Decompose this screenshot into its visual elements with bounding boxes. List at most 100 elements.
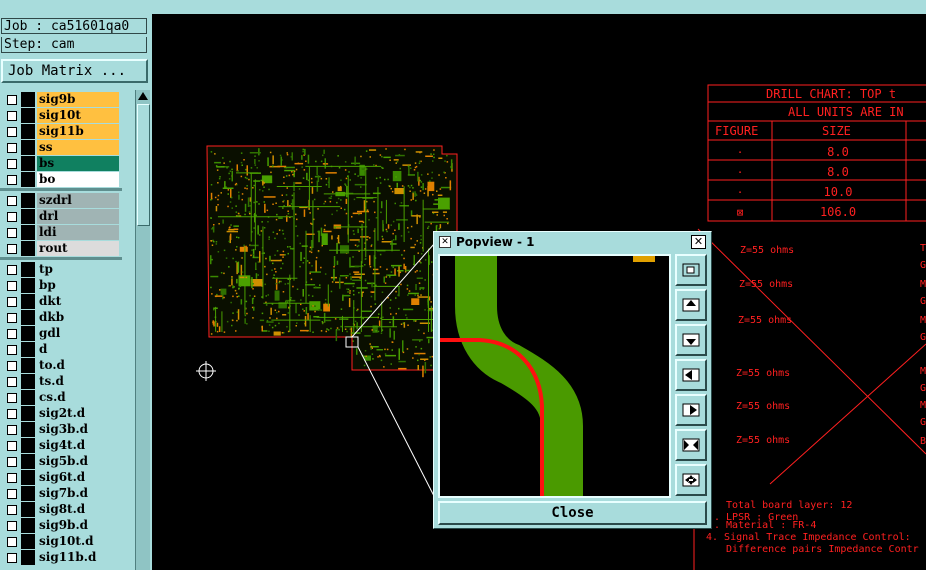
layer-row[interactable]: sig4t.d <box>0 438 122 453</box>
layer-name[interactable]: ldi <box>37 225 119 240</box>
layer-checkbox[interactable] <box>7 175 17 185</box>
layer-name[interactable]: bo <box>37 172 119 187</box>
layer-name[interactable]: ts.d <box>37 374 119 389</box>
layer-name[interactable]: sig8t.d <box>37 502 119 517</box>
layer-name[interactable]: szdrl <box>37 193 119 208</box>
layer-name[interactable]: sig10t <box>37 108 119 123</box>
layer-name[interactable]: tp <box>37 262 119 277</box>
layer-row[interactable]: rout <box>0 241 122 256</box>
layer-row[interactable]: szdrl <box>0 193 122 208</box>
layer-row[interactable]: d <box>0 342 122 357</box>
layer-checkbox[interactable] <box>7 143 17 153</box>
layer-name[interactable]: to.d <box>37 358 119 373</box>
layer-name[interactable]: drl <box>37 209 119 224</box>
layer-row[interactable]: bo <box>0 172 122 187</box>
layer-checkbox[interactable] <box>7 537 17 547</box>
layer-checkbox[interactable] <box>7 457 17 467</box>
layer-checkbox[interactable] <box>7 473 17 483</box>
pan-down-button[interactable] <box>675 324 707 356</box>
zoom-in-button[interactable] <box>675 429 707 461</box>
layer-checkbox[interactable] <box>7 377 17 387</box>
job-matrix-button[interactable]: Job Matrix ... <box>1 59 148 83</box>
layer-checkbox[interactable] <box>7 553 17 563</box>
layer-checkbox[interactable] <box>7 196 17 206</box>
layer-name[interactable]: d <box>37 342 119 357</box>
layer-name[interactable]: bp <box>37 278 119 293</box>
layer-name[interactable]: sig7b.d <box>37 486 119 501</box>
layer-checkbox[interactable] <box>7 361 17 371</box>
layer-name[interactable]: sig3b.d <box>37 422 119 437</box>
layer-row[interactable]: sig3b.d <box>0 422 122 437</box>
layer-name[interactable]: sig2t.d <box>37 406 119 421</box>
layer-row[interactable]: drl <box>0 209 122 224</box>
layer-checkbox[interactable] <box>7 159 17 169</box>
layer-name[interactable]: rout <box>37 241 119 256</box>
layer-list-scrollbar[interactable] <box>135 90 150 570</box>
close-icon[interactable]: ✕ <box>691 235 706 249</box>
layer-row[interactable]: sig6t.d <box>0 470 122 485</box>
layer-checkbox[interactable] <box>7 345 17 355</box>
layer-row[interactable]: to.d <box>0 358 122 373</box>
popview-canvas[interactable] <box>438 254 671 498</box>
layer-checkbox[interactable] <box>7 313 17 323</box>
layer-checkbox[interactable] <box>7 521 17 531</box>
layer-name[interactable]: sig11b.d <box>37 550 119 565</box>
scroll-thumb[interactable] <box>137 104 150 226</box>
layer-checkbox[interactable] <box>7 409 17 419</box>
layer-name[interactable]: ss <box>37 140 119 155</box>
layer-name[interactable]: sig4t.d <box>37 438 119 453</box>
layer-row[interactable]: ts.d <box>0 374 122 389</box>
layer-row[interactable]: dkb <box>0 310 122 325</box>
layer-name[interactable]: bs <box>37 156 119 171</box>
layer-row[interactable]: sig8t.d <box>0 502 122 517</box>
layer-row[interactable]: gdl <box>0 326 122 341</box>
layer-row[interactable]: bp <box>0 278 122 293</box>
layer-checkbox[interactable] <box>7 228 17 238</box>
scroll-up-icon[interactable] <box>138 92 148 100</box>
layer-row[interactable]: ldi <box>0 225 122 240</box>
layer-name[interactable]: sig6t.d <box>37 470 119 485</box>
zoom-out-button[interactable] <box>675 464 707 496</box>
layer-row[interactable]: sig5b.d <box>0 454 122 469</box>
layer-checkbox[interactable] <box>7 111 17 121</box>
layer-checkbox[interactable] <box>7 329 17 339</box>
layer-row[interactable]: cs.d <box>0 390 122 405</box>
layer-name[interactable]: sig9b.d <box>37 518 119 533</box>
layer-checkbox[interactable] <box>7 489 17 499</box>
zoom-fit-button[interactable] <box>675 254 707 286</box>
layer-checkbox[interactable] <box>7 212 17 222</box>
layer-name[interactable]: sig11b <box>37 124 119 139</box>
layer-row[interactable]: sig9b <box>0 92 122 107</box>
layer-checkbox[interactable] <box>7 281 17 291</box>
layer-row[interactable]: sig2t.d <box>0 406 122 421</box>
window-menu-icon[interactable]: ✕ <box>439 236 451 248</box>
pan-up-button[interactable] <box>675 289 707 321</box>
layer-checkbox[interactable] <box>7 265 17 275</box>
layer-name[interactable]: sig9b <box>37 92 119 107</box>
layer-name[interactable]: gdl <box>37 326 119 341</box>
layer-checkbox[interactable] <box>7 505 17 515</box>
layer-row[interactable]: sig9b.d <box>0 518 122 533</box>
layer-name[interactable]: cs.d <box>37 390 119 405</box>
layer-row[interactable]: dkt <box>0 294 122 309</box>
layer-row[interactable]: sig7b.d <box>0 486 122 501</box>
layer-checkbox[interactable] <box>7 244 17 254</box>
layer-name[interactable]: sig5b.d <box>37 454 119 469</box>
layer-row[interactable]: tp <box>0 262 122 277</box>
popview-title-bar[interactable]: ✕ Popview - 1 ✕ <box>436 234 709 250</box>
layer-name[interactable]: dkt <box>37 294 119 309</box>
pan-right-button[interactable] <box>675 394 707 426</box>
layer-name[interactable]: dkb <box>37 310 119 325</box>
close-button[interactable]: Close <box>438 501 707 525</box>
layer-row[interactable]: ss <box>0 140 122 155</box>
pan-left-button[interactable] <box>675 359 707 391</box>
layer-row[interactable]: sig10t <box>0 108 122 123</box>
layer-checkbox[interactable] <box>7 127 17 137</box>
layer-checkbox[interactable] <box>7 425 17 435</box>
layer-checkbox[interactable] <box>7 95 17 105</box>
layer-row[interactable]: sig11b.d <box>0 550 122 565</box>
layer-checkbox[interactable] <box>7 441 17 451</box>
layer-row[interactable]: bs <box>0 156 122 171</box>
layer-row[interactable]: sig11b <box>0 124 122 139</box>
layer-checkbox[interactable] <box>7 297 17 307</box>
